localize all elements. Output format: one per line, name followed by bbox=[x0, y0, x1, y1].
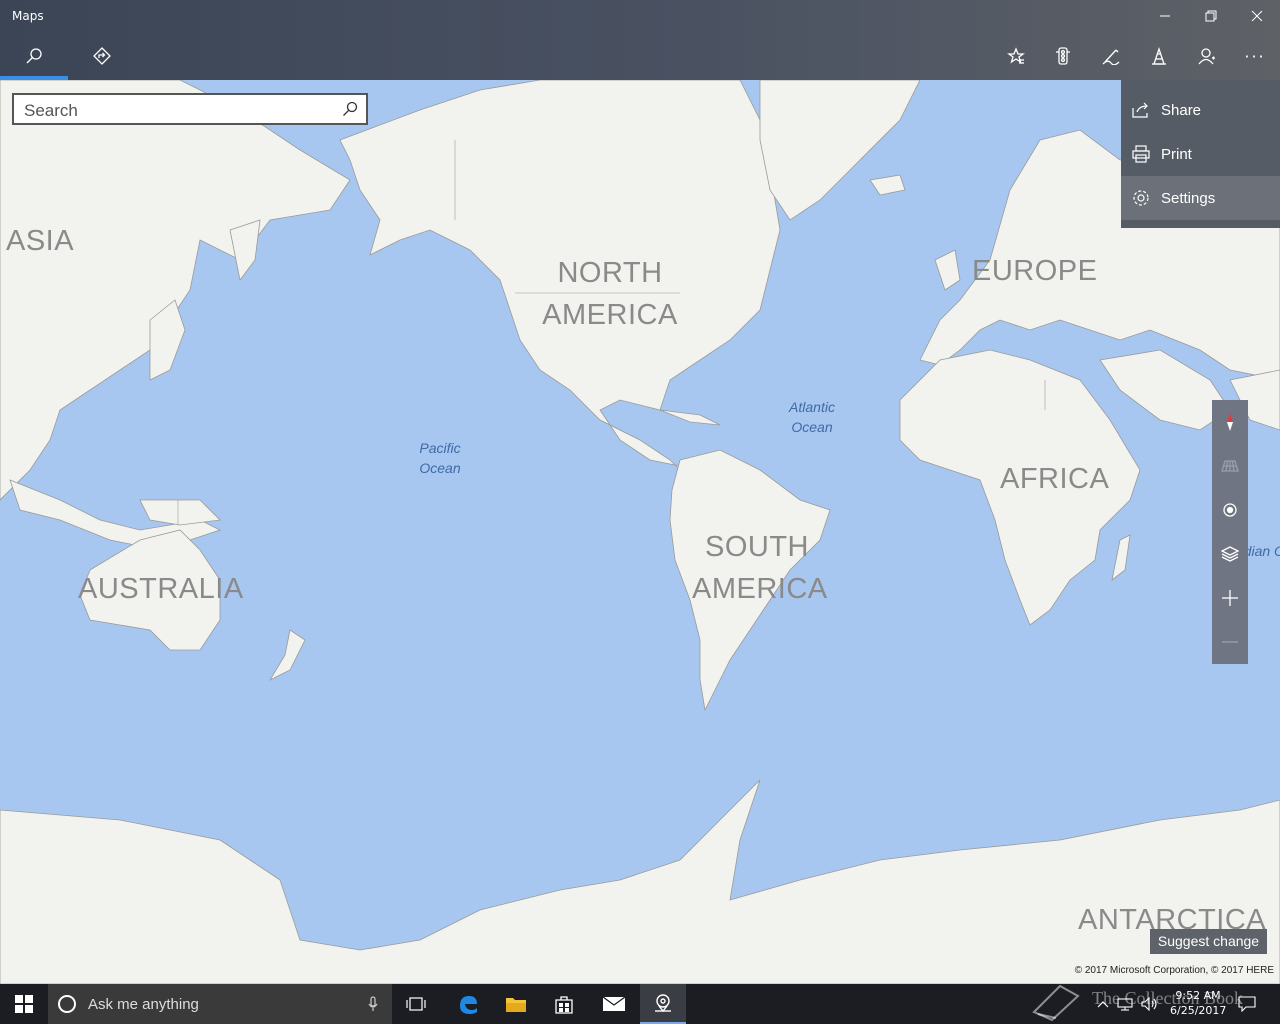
taskbar: Ask me anything 9:52 AM 6/25/2017 bbox=[0, 984, 1280, 1024]
more-icon: ··· bbox=[1244, 46, 1266, 66]
print-icon bbox=[1132, 145, 1150, 163]
land-asia bbox=[0, 80, 351, 501]
tilt-grid-icon bbox=[1221, 460, 1239, 472]
minus-icon bbox=[1222, 641, 1238, 643]
cortana-placeholder: Ask me anything bbox=[88, 995, 199, 1013]
menu-item-print[interactable]: Print bbox=[1121, 132, 1280, 176]
restore-icon bbox=[1205, 10, 1217, 22]
search-input[interactable] bbox=[22, 99, 326, 123]
edge-icon bbox=[460, 996, 477, 1014]
favorites-button[interactable] bbox=[996, 36, 1036, 76]
maps-icon bbox=[655, 994, 671, 1013]
minimize-button[interactable] bbox=[1142, 0, 1188, 32]
search-box[interactable] bbox=[12, 93, 368, 125]
close-icon bbox=[1251, 10, 1263, 22]
mail-button[interactable] bbox=[592, 984, 636, 1024]
app-title: Maps bbox=[12, 9, 44, 23]
mail-icon bbox=[602, 996, 626, 1011]
tilt-button[interactable] bbox=[1212, 444, 1248, 488]
my-location-button[interactable] bbox=[1212, 488, 1248, 532]
layers-icon bbox=[1221, 546, 1239, 562]
folder-icon bbox=[506, 998, 526, 1012]
favorites-icon bbox=[1007, 47, 1025, 64]
label-asia: ASIA bbox=[6, 225, 75, 257]
windows-logo-icon bbox=[15, 995, 33, 1013]
land-new-zealand bbox=[268, 629, 306, 681]
menu-item-share[interactable]: Share bbox=[1121, 88, 1280, 132]
label-pacific-ocean: Pacific Ocean bbox=[419, 440, 461, 476]
gear-icon bbox=[1133, 190, 1149, 206]
label-australia: AUSTRALIA bbox=[78, 573, 244, 605]
buildings-icon bbox=[1152, 47, 1166, 65]
close-button[interactable] bbox=[1234, 0, 1280, 32]
title-bar: Maps ··· bbox=[0, 0, 1280, 80]
zoom-in-button[interactable] bbox=[1212, 576, 1248, 620]
label-europe: EUROPE bbox=[972, 255, 1098, 287]
land-new-guinea bbox=[139, 499, 221, 526]
label-south-america: SOUTH AMERICA bbox=[692, 531, 828, 605]
edge-taskbar-button[interactable] bbox=[446, 984, 490, 1024]
label-atlantic-ocean: Atlantic Ocean bbox=[789, 399, 835, 435]
person-icon bbox=[1198, 48, 1215, 65]
traffic-icon bbox=[1056, 47, 1070, 65]
map-views-button[interactable] bbox=[1212, 532, 1248, 576]
maps-taskbar-button[interactable] bbox=[640, 984, 686, 1024]
land-antarctica bbox=[0, 779, 1280, 984]
search-icon[interactable] bbox=[342, 101, 358, 117]
land-greenland bbox=[759, 80, 921, 221]
plus-icon bbox=[1222, 590, 1238, 606]
map-controls bbox=[1212, 400, 1248, 664]
pen-icon bbox=[1102, 49, 1120, 65]
label-africa: AFRICA bbox=[1000, 463, 1110, 495]
task-view-icon bbox=[406, 997, 426, 1011]
zoom-out-button[interactable] bbox=[1212, 620, 1248, 664]
directions-icon bbox=[93, 47, 111, 65]
land-kamchatka bbox=[229, 219, 261, 281]
cortana-search-box[interactable]: Ask me anything bbox=[48, 984, 392, 1024]
account-button[interactable] bbox=[1187, 36, 1227, 76]
share-icon bbox=[1132, 102, 1148, 118]
location-target-icon bbox=[1223, 503, 1237, 517]
search-tab[interactable] bbox=[14, 36, 54, 76]
map-canvas[interactable]: ASIA NORTH AMERICA EUROPE AFRICA SOUTH A… bbox=[0, 80, 1280, 984]
task-view-button[interactable] bbox=[396, 984, 436, 1024]
start-button[interactable] bbox=[0, 984, 48, 1024]
ink-button[interactable] bbox=[1091, 36, 1131, 76]
microphone-icon bbox=[368, 996, 378, 1011]
label-north-america: NORTH AMERICA bbox=[542, 257, 678, 331]
land-arabia bbox=[1099, 349, 1231, 431]
cortana-icon bbox=[58, 995, 76, 1013]
store-bag-icon bbox=[555, 996, 573, 1014]
more-button[interactable]: ··· bbox=[1235, 36, 1275, 76]
more-menu: Share Print Settings bbox=[1121, 80, 1280, 228]
search-icon bbox=[26, 48, 42, 64]
compass-button[interactable] bbox=[1212, 400, 1248, 444]
watermark-book-icon bbox=[1032, 984, 1080, 1022]
compass-icon bbox=[1227, 413, 1233, 431]
suggest-change-button[interactable]: Suggest change bbox=[1150, 929, 1267, 954]
watermark-text: The Collection Book bbox=[1092, 988, 1243, 1008]
store-button[interactable] bbox=[542, 984, 586, 1024]
land-iceland bbox=[869, 174, 906, 196]
restore-button[interactable] bbox=[1188, 0, 1234, 32]
land-madagascar bbox=[1111, 534, 1131, 581]
3d-cities-button[interactable] bbox=[1139, 36, 1179, 76]
traffic-button[interactable] bbox=[1043, 36, 1083, 76]
menu-item-settings[interactable]: Settings bbox=[1121, 176, 1280, 220]
minimize-icon bbox=[1160, 15, 1170, 17]
land-cuba bbox=[659, 409, 721, 426]
copyright-text: © 2017 Microsoft Corporation, © 2017 HER… bbox=[1074, 965, 1274, 976]
map-land bbox=[0, 80, 1280, 984]
directions-tab[interactable] bbox=[82, 36, 122, 76]
file-explorer-button[interactable] bbox=[494, 984, 538, 1024]
land-uk bbox=[934, 249, 961, 291]
